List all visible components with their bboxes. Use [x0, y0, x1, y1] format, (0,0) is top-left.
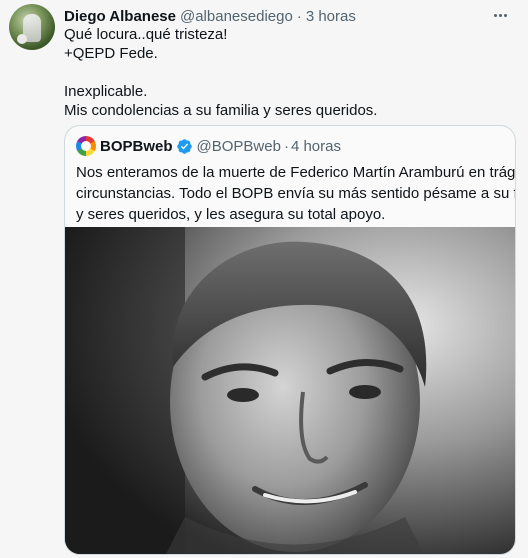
- more-options-icon[interactable]: [490, 6, 510, 24]
- tweet-text: Qué locura..qué tristeza! +QEPD Fede. In…: [64, 25, 514, 120]
- author-handle[interactable]: @albanesediego: [180, 8, 293, 25]
- quoted-text: Nos enteramos de la muerte de Federico M…: [76, 162, 516, 225]
- portrait-illustration: [65, 227, 515, 554]
- tweet-header: Diego Albanese @albanesediego · 3 horas: [64, 6, 356, 26]
- quoted-author-handle[interactable]: @BOPBweb: [197, 138, 281, 155]
- quoted-photo[interactable]: [65, 227, 515, 554]
- author-avatar[interactable]: [9, 4, 55, 50]
- tweet[interactable]: Diego Albanese @albanesediego · 3 horas …: [0, 0, 528, 558]
- quoted-text-line: circunstancias. Todo el BOPB envía su má…: [76, 185, 516, 202]
- bopb-logo-icon[interactable]: [76, 136, 96, 156]
- verified-badge-icon: [176, 138, 192, 154]
- quoted-tweet[interactable]: BOPBweb @BOPBweb · 4 horas Nos enteramos…: [64, 125, 516, 555]
- quoted-text-line: y seres queridos, y les asegura su total…: [76, 206, 386, 223]
- tweet-text-line: Qué locura..qué tristeza!: [64, 26, 228, 43]
- quoted-text-line: Nos enteramos de la muerte de Federico M…: [76, 164, 516, 181]
- quoted-separator-dot: ·: [283, 137, 289, 155]
- tweet-text-line: +QEPD Fede.: [64, 45, 158, 62]
- separator-dot: ·: [296, 7, 302, 25]
- tweet-time[interactable]: 3 horas: [306, 8, 356, 25]
- quoted-time[interactable]: 4 horas: [291, 138, 341, 155]
- tweet-text-line: Mis condolencias a su familia y seres qu…: [64, 102, 378, 119]
- quoted-header: BOPBweb @BOPBweb · 4 horas: [76, 136, 341, 156]
- tweet-text-gap: [64, 63, 514, 82]
- author-name[interactable]: Diego Albanese: [64, 8, 176, 25]
- avatar-ball: [17, 34, 27, 44]
- tweet-text-line: Inexplicable.: [64, 83, 148, 100]
- quoted-author-name[interactable]: BOPBweb: [100, 138, 173, 155]
